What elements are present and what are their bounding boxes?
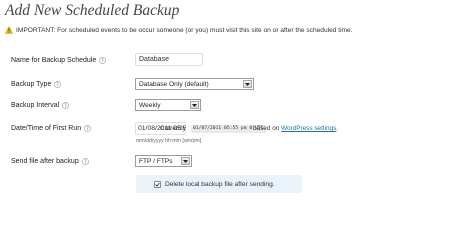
currently-text: Currently	[160, 125, 186, 132]
backup-interval-label: Backup Interval ?	[11, 99, 70, 111]
send-options-panel: Delete local backup file after sending.	[136, 175, 302, 193]
backup-type-select[interactable]: Database Only (default)	[135, 78, 254, 90]
send-file-label: Send file after backup ?	[11, 155, 89, 167]
svg-text:?: ?	[57, 82, 60, 88]
svg-text:?: ?	[84, 159, 87, 165]
notice-text: IMPORTANT: For scheduled events to be oc…	[16, 26, 353, 34]
chevron-down-icon[interactable]	[190, 101, 199, 109]
backup-type-label: Backup Type ?	[11, 78, 62, 90]
delete-local-file-label[interactable]: Delete local backup file after sending.	[165, 181, 275, 188]
warning-icon	[5, 26, 13, 34]
important-notice: IMPORTANT: For scheduled events to be oc…	[5, 24, 353, 36]
backup-interval-select[interactable]: Weekly	[135, 99, 201, 111]
delete-local-file-checkbox[interactable]	[154, 180, 161, 188]
wordpress-settings-link[interactable]: WordPress settings	[281, 125, 336, 132]
chevron-down-icon[interactable]	[181, 157, 190, 165]
help-icon[interactable]: ?	[84, 124, 92, 132]
help-icon[interactable]: ?	[54, 80, 62, 88]
send-file-select[interactable]: FTP / FTPs	[135, 155, 192, 167]
page-title: Add New Scheduled Backup	[5, 2, 180, 19]
backup-name-label: Name for Backup Schedule ?	[11, 54, 107, 66]
backup-name-input[interactable]: Database	[135, 53, 203, 66]
chevron-down-icon[interactable]	[243, 80, 252, 88]
svg-text:?: ?	[64, 103, 67, 109]
help-icon[interactable]: ?	[62, 101, 70, 109]
svg-text:?: ?	[86, 126, 89, 132]
help-icon[interactable]: ?	[81, 157, 89, 165]
checkmark-icon	[155, 182, 160, 187]
help-icon[interactable]: ?	[99, 56, 107, 64]
svg-text:?: ?	[101, 58, 104, 64]
date-format-hint: mm/dd/yyyy hh:mm [am/pm]	[136, 138, 202, 144]
based-on-text: based on WordPress settings.	[253, 125, 339, 132]
first-run-label: Date/Time of First Run ?	[11, 122, 92, 134]
